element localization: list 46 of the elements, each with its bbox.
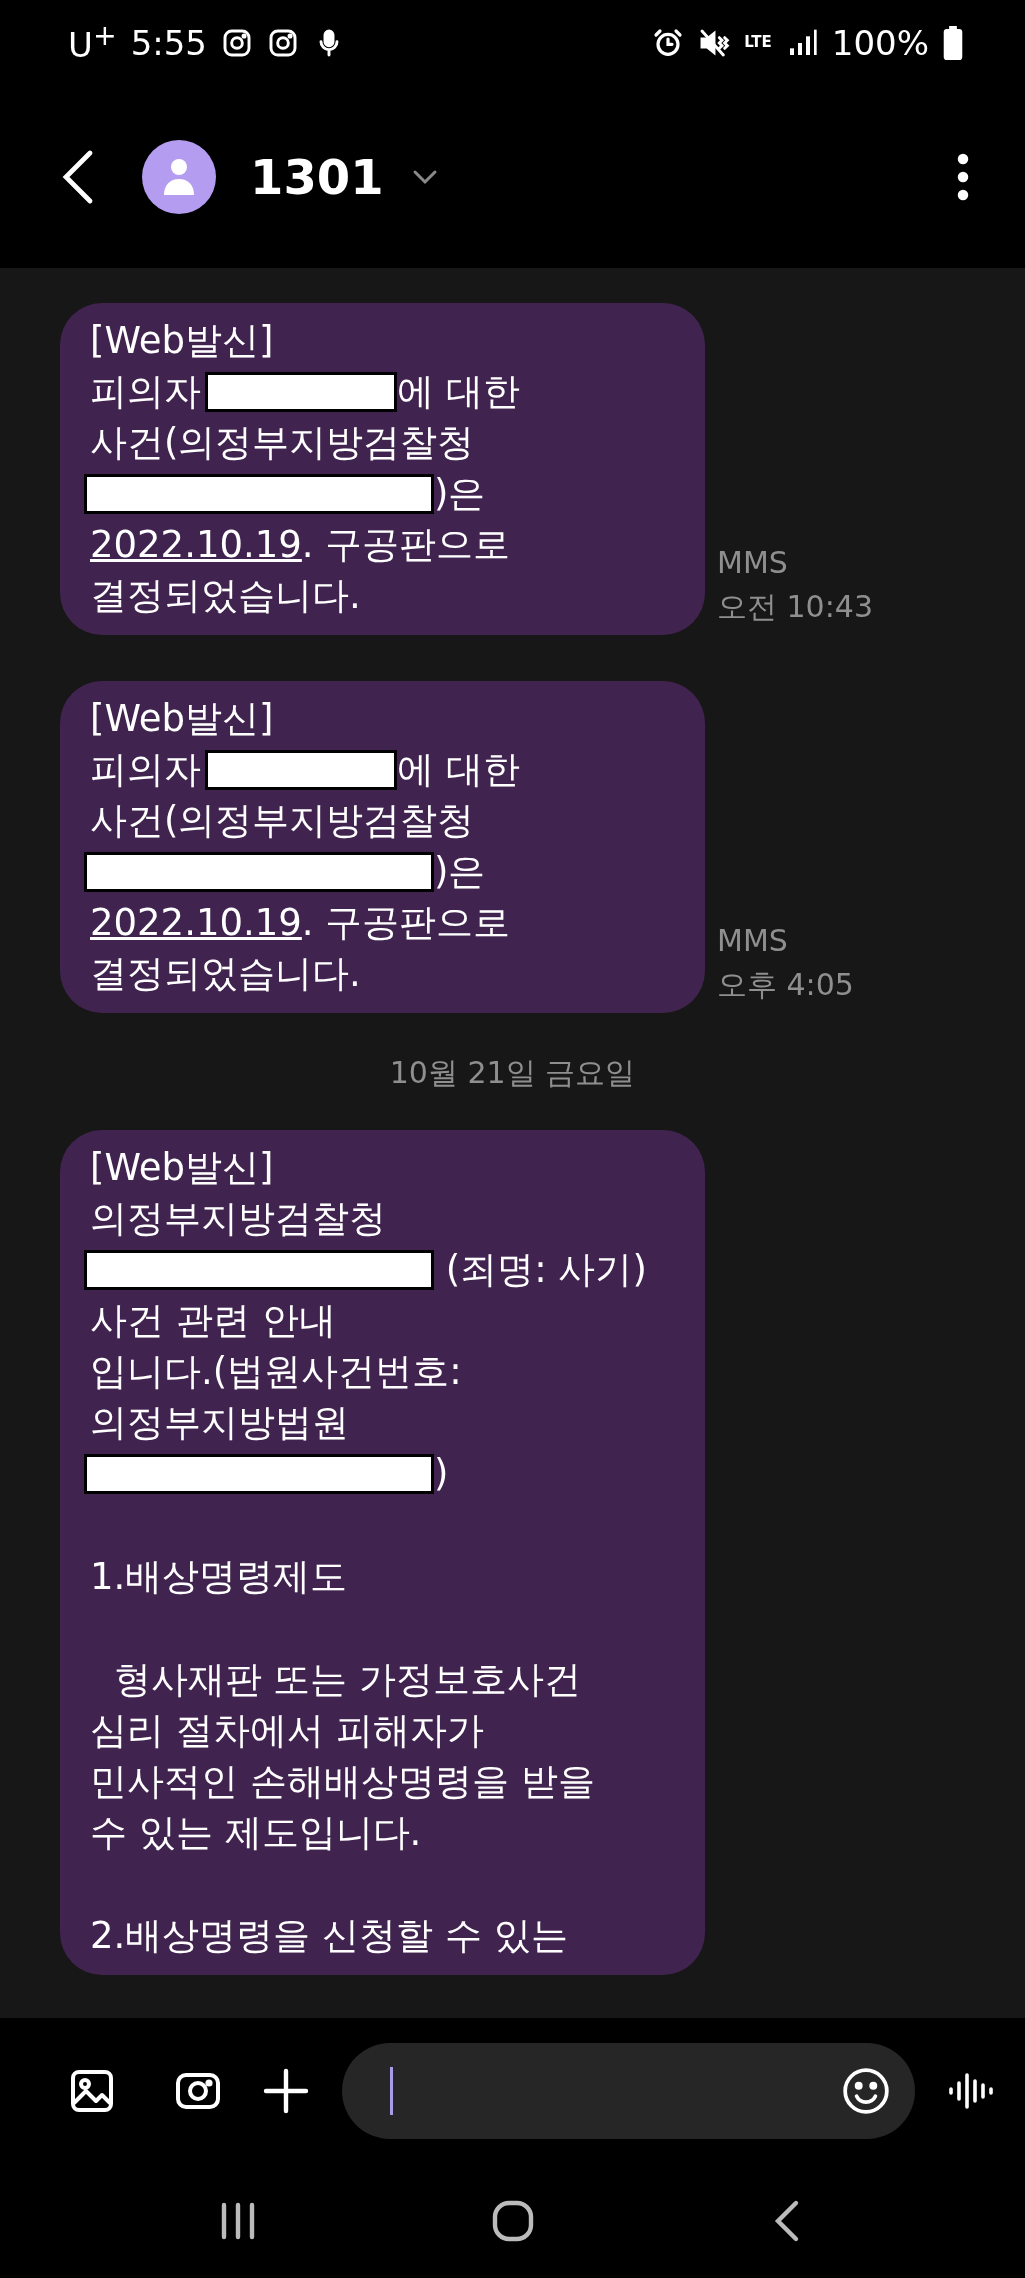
clock-time: 5:55 — [130, 22, 207, 63]
message-text: 사건 관련 안내 — [90, 1297, 336, 1344]
message-text: 사건(의정부지방검찰청 — [90, 797, 475, 844]
plus-icon[interactable] — [262, 2066, 310, 2115]
battery-icon — [943, 25, 963, 60]
message-text: 민사적인 손해배상명령을 받을 — [90, 1758, 595, 1805]
message-bubble[interactable]: [Web발신] 의정부지방검찰청 (죄명: 사기) 사건 관련 안내 입니다.(법원사건번호: 의정부지방법원 ) 1.배상명령제도 형사재판 또는 가정보호사건 심리 절차에서 피해자가 민사적인 손해배상명령을 받을 수 있는 제도입니다. 2.배상명령을 신청할 수 있는 — [60, 1130, 705, 1975]
message-text: 피의자 — [90, 368, 202, 415]
message-bubble[interactable]: [Web발신] 피의자 에 대한 사건(의정부지방검찰청 )은 2022.10.19. 구공판으로 결정되었습니다. — [60, 681, 705, 1013]
message-text: 피의자 — [90, 746, 202, 793]
message-text: 1.배상명령제도 — [90, 1553, 348, 1600]
message-text: 2.배상명령을 신청할 수 있는 — [90, 1912, 568, 1959]
message-text: 결정되었습니다. — [90, 950, 361, 997]
emoji-icon[interactable] — [841, 2065, 891, 2116]
message-time: 오후 4:05 — [717, 966, 854, 1004]
contact-name[interactable]: 1301 — [250, 148, 384, 205]
more-options-icon[interactable] — [955, 152, 971, 201]
date-link[interactable]: 2022.10.19 — [90, 523, 302, 566]
message-text: . 구공판으로 — [301, 521, 511, 568]
message-text: )은 — [434, 470, 486, 517]
message-text: [Web발신] — [90, 317, 274, 364]
message-text: [Web발신] — [90, 695, 274, 742]
message-text: 결정되었습니다. — [90, 572, 361, 619]
message-text: . 구공판으로 — [301, 899, 511, 946]
message-bubble[interactable]: [Web발신] 피의자 에 대한 사건(의정부지방검찰청 )은 2022.10.19. 구공판으로 결정되었습니다. — [60, 303, 705, 635]
message-text: [Web발신] — [90, 1144, 274, 1191]
message-text: ) — [434, 1452, 449, 1495]
message-text: )은 — [434, 848, 486, 895]
date-separator: 10월 21일 금요일 — [388, 1054, 637, 1092]
message-text: 형사재판 또는 가정보호사건 — [112, 1656, 582, 1703]
carrier-label: U$^{+}$ — [68, 19, 117, 66]
message-time: 오전 10:43 — [717, 588, 873, 626]
message-text: 입니다.(법원사건번호: — [90, 1348, 462, 1395]
message-text: 의정부지방검찰청 — [90, 1195, 386, 1242]
network-type-label: LTE — [744, 35, 772, 50]
message-type: MMS — [717, 544, 789, 582]
message-text: (죄명: 사기) — [444, 1246, 647, 1293]
date-link[interactable]: 2022.10.19 — [90, 901, 302, 944]
battery-percent: 100% — [831, 22, 929, 63]
message-text: 의정부지방법원 — [90, 1399, 349, 1446]
message-type: MMS — [717, 922, 789, 960]
message-text: 에 대한 — [396, 368, 520, 415]
message-text: 사건(의정부지방검찰청 — [90, 419, 475, 466]
message-text: 수 있는 제도입니다. — [90, 1809, 422, 1856]
message-text: 심리 절차에서 피해자가 — [90, 1707, 484, 1754]
message-text: 에 대한 — [396, 746, 520, 793]
